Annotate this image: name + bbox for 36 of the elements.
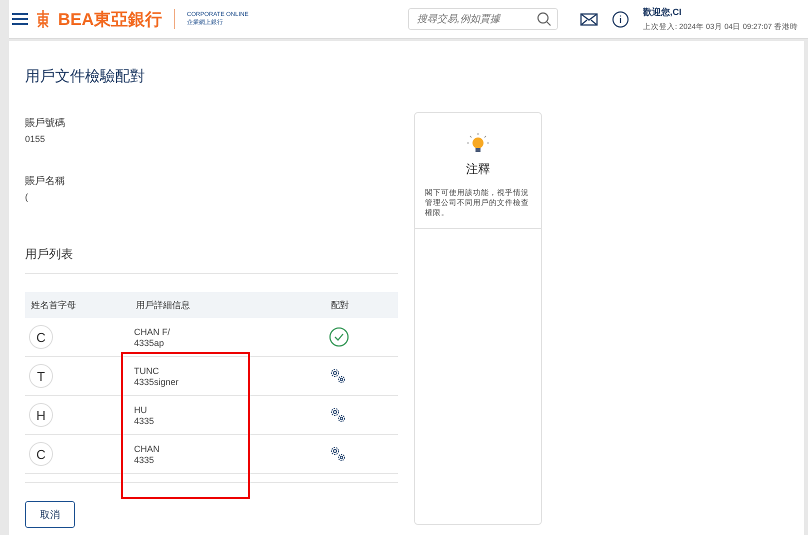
field-value: ( bbox=[25, 192, 29, 202]
lightbulb-icon bbox=[467, 133, 489, 155]
info-icon[interactable] bbox=[612, 10, 629, 28]
logo-icon bbox=[36, 10, 50, 28]
user-name: CHAN F/ bbox=[134, 326, 171, 336]
user-name: CHAN bbox=[134, 444, 161, 454]
gears-icon[interactable] bbox=[329, 367, 347, 385]
section-title: 用戶列表 bbox=[25, 246, 398, 274]
field-value: 0155 bbox=[25, 134, 46, 144]
page-title: 用戶文件檢驗配對 bbox=[25, 67, 146, 86]
column-header: 姓名首字母 bbox=[31, 298, 77, 312]
menu-icon[interactable] bbox=[12, 12, 28, 26]
column-header: 配對 bbox=[331, 298, 350, 312]
welcome-text: 歡迎您,CI bbox=[643, 6, 683, 19]
user-name: HU bbox=[134, 404, 148, 414]
cancel-button[interactable]: 取消 bbox=[25, 501, 75, 528]
field-label: 賬戶號碼 bbox=[25, 116, 66, 130]
gears-icon[interactable] bbox=[329, 406, 347, 424]
user-id: 4335ap bbox=[134, 338, 166, 348]
mail-icon[interactable] bbox=[580, 12, 598, 26]
field-label: 賬戶名稱 bbox=[25, 174, 66, 188]
brand-name: BEA東亞銀行 bbox=[58, 8, 162, 30]
user-id: 4335signer bbox=[134, 376, 180, 386]
gears-icon[interactable] bbox=[329, 445, 347, 463]
initial-avatar: T bbox=[29, 364, 53, 388]
column-header: 用戶詳細信息 bbox=[136, 298, 191, 312]
user-id: 4335 bbox=[134, 416, 156, 426]
search-field[interactable]: 搜尋交易,例如賈據 bbox=[408, 8, 558, 30]
user-id: 4335 bbox=[134, 454, 156, 464]
initial-avatar: C bbox=[29, 442, 53, 466]
note-title: 注釋 bbox=[466, 161, 490, 178]
user-name: TUNC bbox=[134, 366, 160, 376]
search-icon[interactable] bbox=[537, 12, 551, 26]
initial-avatar: H bbox=[29, 403, 53, 427]
initial-avatar: C bbox=[29, 325, 53, 349]
check-icon bbox=[329, 327, 349, 347]
